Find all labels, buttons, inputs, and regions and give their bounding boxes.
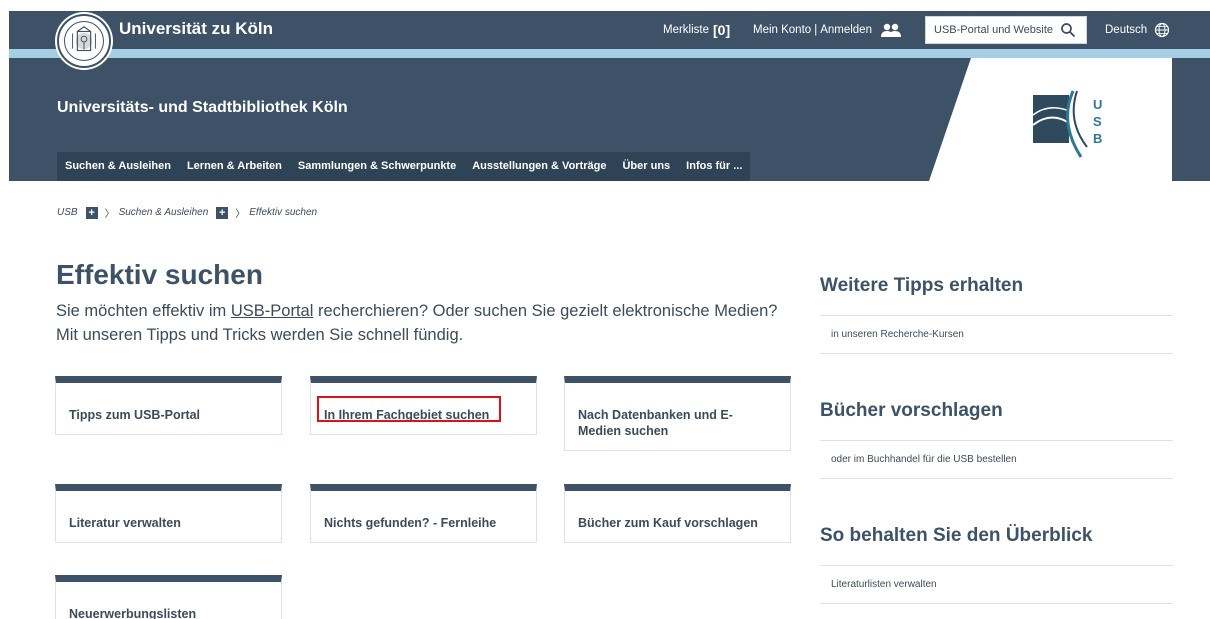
plus-icon[interactable]: +	[85, 206, 98, 219]
card-label: Neuerwerbungslisten	[69, 607, 197, 619]
sidebar-heading-tipps: Weitere Tipps erhalten	[820, 275, 1024, 296]
usb-portal-link[interactable]: USB-Portal	[231, 302, 314, 320]
sidebar-divider	[820, 315, 1173, 316]
language-label: Deutsch	[1105, 24, 1148, 36]
selection-highlight	[317, 396, 501, 422]
nav-item-suchen-ausleihen[interactable]: Suchen & Ausleihen	[57, 152, 179, 181]
site-search	[925, 16, 1087, 44]
card-buecher-vorschlagen[interactable]: Bücher zum Kauf vorschlagen	[564, 484, 791, 543]
usb-logo-icon[interactable]: U S B	[1029, 85, 1121, 161]
language-switch[interactable]: Deutsch	[1105, 11, 1170, 49]
nav-item-ausstellungen[interactable]: Ausstellungen & Vorträge	[464, 152, 614, 181]
account-nav: Mein Konto | Anmelden	[753, 11, 902, 49]
card-label: Nichts gefunden? - Fernleihe	[324, 516, 497, 530]
card-label: Nach Datenbanken und E-Medien suchen	[578, 408, 733, 438]
card-neuerwerbungslisten[interactable]: Neuerwerbungslisten	[55, 575, 282, 619]
nav-item-lernen-arbeiten[interactable]: Lernen & Arbeiten	[179, 152, 290, 181]
merkliste-label: Merkliste	[663, 24, 710, 36]
card-label: Bücher zum Kauf vorschlagen	[578, 516, 758, 530]
site-header: Universität zu Köln Merkliste [0] Mein K…	[9, 11, 1210, 181]
sidebar-heading-ueberblick: So behalten Sie den Überblick	[820, 525, 1093, 546]
card-datenbanken-emedien[interactable]: Nach Datenbanken und E-Medien suchen	[564, 376, 791, 451]
page-title: Effektiv suchen	[56, 259, 263, 290]
card-label: Tipps zum USB-Portal	[69, 408, 201, 422]
logo-letter-b: B	[1093, 131, 1102, 146]
sidebar-divider	[820, 440, 1173, 441]
breadcrumb: USB + 〉 Suchen & Ausleihen + 〉 Effektiv …	[57, 205, 317, 220]
sidebar-heading-buecher: Bücher vorschlagen	[820, 400, 1003, 421]
banner-edge	[1172, 58, 1210, 181]
account-link[interactable]: Mein Konto	[753, 24, 811, 36]
search-input[interactable]	[926, 24, 1056, 36]
breadcrumb-separator: 〉	[235, 209, 246, 220]
intro-text: Sie möchten effektiv im USB-Portal reche…	[56, 299, 796, 347]
main-nav: Suchen & Ausleihen Lernen & Arbeiten Sam…	[57, 152, 751, 181]
breadcrumb-item-usb[interactable]: USB	[57, 207, 78, 218]
header-stripe	[9, 49, 1210, 58]
plus-icon[interactable]: +	[216, 206, 229, 219]
sidebar-link-recherche-kurse[interactable]: in unseren Recherche-Kursen	[831, 329, 964, 340]
university-seal-icon[interactable]	[57, 14, 111, 68]
people-icon[interactable]	[880, 22, 902, 38]
nav-item-ueber-uns[interactable]: Über uns	[614, 152, 678, 181]
nav-item-infos-fuer[interactable]: Infos für ...	[678, 152, 750, 181]
card-label: Literatur verwalten	[69, 516, 181, 530]
login-link[interactable]: Anmelden	[820, 24, 872, 36]
merkliste-link[interactable]: Merkliste [0]	[663, 11, 730, 49]
card-literatur-verwalten[interactable]: Literatur verwalten	[55, 484, 282, 543]
sidebar-divider	[820, 603, 1173, 604]
breadcrumb-item-current: Effektiv suchen	[249, 207, 318, 218]
university-name[interactable]: Universität zu Köln	[119, 19, 273, 39]
library-title[interactable]: Universitäts- und Stadtbibliothek Köln	[57, 99, 348, 117]
intro-before: Sie möchten effektiv im	[56, 302, 231, 320]
merkliste-count: [0]	[713, 22, 731, 38]
nav-item-sammlungen[interactable]: Sammlungen & Schwerpunkte	[290, 152, 464, 181]
search-icon[interactable]	[1060, 22, 1076, 38]
sidebar-divider	[820, 478, 1173, 479]
logo-letter-u: U	[1093, 97, 1102, 112]
sidebar-link-literaturlisten[interactable]: Literaturlisten verwalten	[831, 579, 937, 590]
globe-icon	[1155, 22, 1170, 38]
logo-letter-s: S	[1093, 114, 1102, 129]
sidebar-divider	[820, 565, 1173, 566]
account-separator: |	[814, 24, 818, 36]
breadcrumb-separator: 〉	[104, 209, 115, 220]
breadcrumb-item-suchen[interactable]: Suchen & Ausleihen	[119, 207, 209, 218]
sidebar-link-buchhandel[interactable]: oder im Buchhandel für die USB bestellen	[831, 454, 1017, 465]
card-fernleihe[interactable]: Nichts gefunden? - Fernleihe	[310, 484, 537, 543]
card-tipps-usb-portal[interactable]: Tipps zum USB-Portal	[55, 376, 282, 435]
sidebar-divider	[820, 353, 1173, 354]
